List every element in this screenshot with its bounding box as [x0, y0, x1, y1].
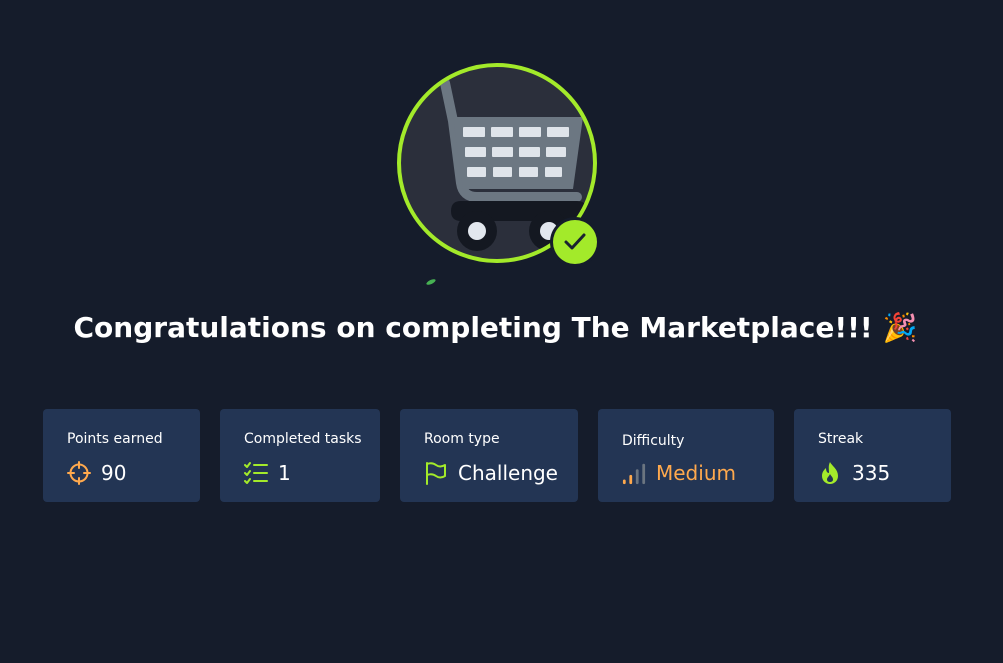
congratulations-heading: Congratulations on completing The Market…: [0, 308, 991, 348]
stat-label: Streak: [818, 431, 864, 447]
room-completed-page: Congratulations on completing The Market…: [0, 0, 1003, 663]
stat-card-room-type: Room type Challenge: [400, 409, 578, 502]
check-icon: [564, 233, 586, 250]
stat-label: Difficulty: [622, 433, 685, 449]
confetti-piece: [425, 278, 437, 286]
flag-icon: [424, 461, 448, 485]
party-popper-emoji: 🎉: [882, 311, 918, 344]
stat-value: Medium: [656, 461, 736, 485]
stat-value: 1: [278, 461, 291, 485]
stat-label: Completed tasks: [244, 431, 362, 447]
stat-card-difficulty: Difficulty Medium: [598, 409, 774, 502]
stat-value: 335: [852, 461, 891, 485]
task-list-icon: [244, 461, 268, 485]
stat-card-tasks: Completed tasks 1: [220, 409, 380, 502]
stat-value: 90: [101, 461, 127, 485]
completed-check-badge: [553, 220, 597, 264]
stat-value: Challenge: [458, 461, 558, 485]
congratulations-text: Congratulations on completing The Market…: [73, 311, 873, 344]
stat-label: Room type: [424, 431, 500, 447]
stat-label: Points earned: [67, 431, 163, 447]
stat-card-points: Points earned 90: [43, 409, 200, 502]
stat-card-streak: Streak 335: [794, 409, 951, 502]
room-badge: [397, 63, 597, 264]
signal-bars-icon: [622, 461, 646, 485]
flame-icon: [818, 461, 842, 485]
target-icon: [67, 461, 91, 485]
